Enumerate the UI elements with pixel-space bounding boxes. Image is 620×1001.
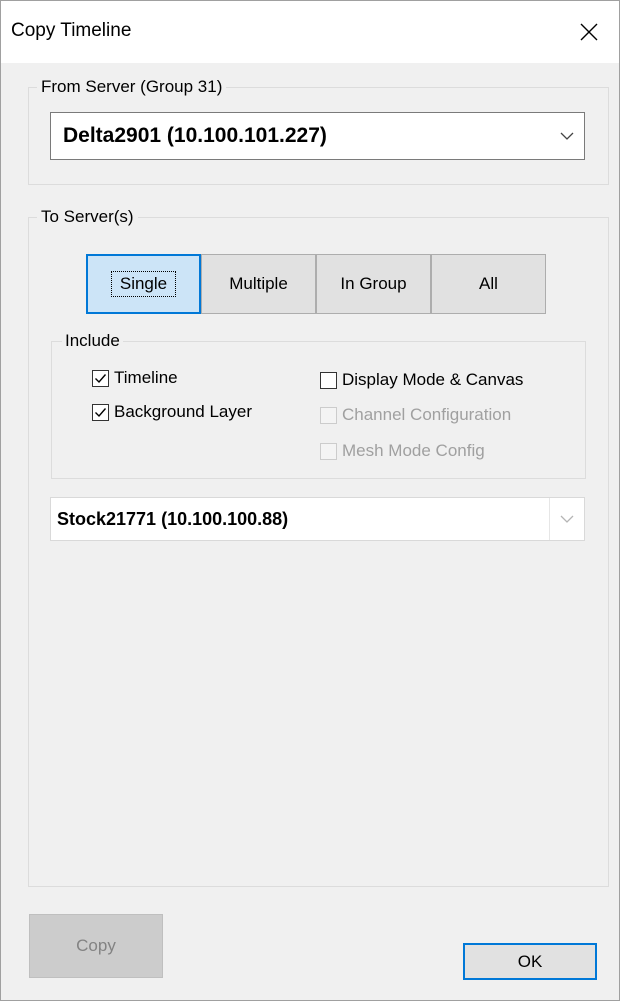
chevron-down-icon (550, 113, 584, 159)
channel-configuration-checkbox[interactable]: Channel Configuration (320, 405, 511, 425)
copy-button[interactable]: Copy (29, 914, 163, 978)
checkmark-icon (95, 407, 107, 417)
mode-multiple-button[interactable]: Multiple (201, 254, 316, 314)
copy-button-label: Copy (76, 936, 116, 955)
ok-button-label: OK (517, 951, 543, 971)
from-server-dropdown[interactable]: Delta2901 (10.100.101.227) (50, 112, 585, 160)
mesh-mode-config-checkbox[interactable]: Mesh Mode Config (320, 441, 485, 461)
display-mode-canvas-label: Display Mode & Canvas (342, 370, 524, 389)
display-mode-canvas-checkbox[interactable]: Display Mode & Canvas (320, 370, 523, 390)
close-icon (580, 23, 598, 41)
checkmark-icon (95, 373, 107, 383)
mesh-mode-config-label: Mesh Mode Config (342, 441, 485, 460)
close-button[interactable] (559, 1, 619, 63)
target-server-dropdown[interactable]: Stock21771 (10.100.100.88) (50, 497, 585, 541)
from-server-value: Delta2901 (10.100.101.227) (63, 124, 327, 147)
title-bar: Copy Timeline (1, 1, 619, 63)
timeline-label: Timeline (114, 368, 178, 387)
background-layer-label: Background Layer (114, 402, 252, 421)
mode-multiple-label: Multiple (229, 274, 288, 293)
to-servers-legend: To Server(s) (37, 207, 138, 227)
display-mode-canvas-box (320, 371, 337, 389)
background-layer-checkbox[interactable]: Background Layer (92, 402, 252, 422)
mode-all-button[interactable]: All (431, 254, 546, 314)
mode-single-button[interactable]: Single (86, 254, 201, 314)
mesh-mode-config-box (320, 442, 337, 460)
mode-single-label: Single (110, 271, 177, 297)
timeline-box (92, 369, 109, 387)
channel-configuration-box (320, 406, 337, 424)
channel-configuration-label: Channel Configuration (342, 405, 512, 424)
background-layer-box (92, 403, 109, 421)
copy-timeline-dialog: Copy Timeline From Server (Group 31) Del… (0, 0, 620, 1001)
target-server-value: Stock21771 (10.100.100.88) (57, 508, 289, 529)
mode-in-group-button[interactable]: In Group (316, 254, 431, 314)
mode-in-group-label: In Group (340, 274, 407, 293)
from-server-legend: From Server (Group 31) (37, 77, 227, 97)
mode-all-label: All (479, 274, 498, 293)
ok-button[interactable]: OK (463, 943, 597, 980)
window-title: Copy Timeline (11, 20, 132, 41)
include-legend: Include (62, 331, 123, 351)
timeline-checkbox[interactable]: Timeline (92, 368, 178, 388)
chevron-down-icon (549, 498, 584, 540)
